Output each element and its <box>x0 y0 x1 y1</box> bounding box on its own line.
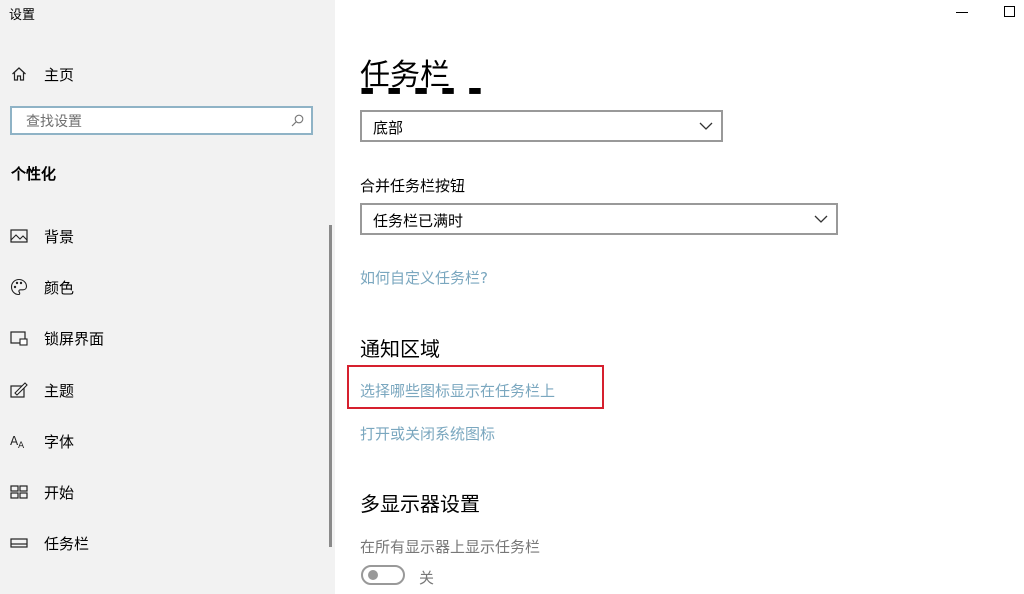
toggle-state-label: 关 <box>419 569 435 587</box>
search-input[interactable] <box>24 111 288 133</box>
taskbar-position-value: 底部 <box>373 119 404 137</box>
multi-display-heading: 多显示器设置 <box>360 492 480 516</box>
home-label: 主页 <box>44 65 75 84</box>
choose-icons-link[interactable]: 选择哪些图标显示在任务栏上 <box>360 380 555 401</box>
minimize-icon[interactable] <box>955 5 969 19</box>
customize-taskbar-link[interactable]: 如何自定义任务栏? <box>360 267 488 288</box>
sidebar-item-label: 锁屏界面 <box>44 329 105 348</box>
sidebar: 设置 主页 个性化 背景 颜色 锁 <box>0 0 335 594</box>
notification-area-heading: 通知区域 <box>360 337 440 361</box>
show-on-all-displays-label: 在所有显示器上显示任务栏 <box>360 538 541 556</box>
font-icon: A A <box>10 434 25 450</box>
sidebar-item-taskbar[interactable]: 任务栏 <box>0 528 320 558</box>
combine-buttons-label: 合并任务栏按钮 <box>360 177 466 195</box>
chevron-down-icon <box>699 122 713 130</box>
sidebar-item-themes[interactable]: 主题 <box>0 375 320 405</box>
window-title: 设置 <box>9 8 36 23</box>
sidebar-item-colors[interactable]: 颜色 <box>0 272 320 302</box>
clipped-label: ■ ■ ■ ■ ■ ■ <box>360 88 500 96</box>
chevron-down-icon <box>814 215 828 223</box>
sidebar-item-start[interactable]: 开始 <box>0 477 320 507</box>
sidebar-item-label: 任务栏 <box>44 534 90 553</box>
picture-icon <box>10 229 28 243</box>
home-icon <box>12 67 26 81</box>
sidebar-item-label: 开始 <box>44 483 75 502</box>
svg-text:A: A <box>18 441 25 450</box>
search-icon[interactable] <box>291 114 304 127</box>
system-icons-link[interactable]: 打开或关闭系统图标 <box>360 423 495 444</box>
sidebar-item-label: 主题 <box>44 381 75 400</box>
sidebar-item-label: 颜色 <box>44 278 75 297</box>
section-heading: 个性化 <box>11 165 57 183</box>
search-box[interactable] <box>10 106 313 135</box>
theme-icon <box>10 382 28 398</box>
taskbar-position-dropdown[interactable]: 底部 <box>360 110 723 142</box>
taskbar-icon <box>10 538 28 548</box>
maximize-icon[interactable] <box>1003 5 1017 19</box>
sidebar-item-lock-screen[interactable]: 锁屏界面 <box>0 323 320 353</box>
sidebar-item-fonts[interactable]: A A 字体 <box>0 426 320 456</box>
combine-buttons-value: 任务栏已满时 <box>373 212 464 230</box>
show-on-all-displays-toggle[interactable] <box>361 565 405 585</box>
sidebar-item-label: 背景 <box>44 227 75 246</box>
home-nav-item[interactable]: 主页 <box>11 62 74 86</box>
palette-icon <box>10 278 28 296</box>
toggle-knob <box>368 570 378 580</box>
lock-screen-icon <box>10 331 28 346</box>
sidebar-item-background[interactable]: 背景 <box>0 221 320 251</box>
combine-buttons-dropdown[interactable]: 任务栏已满时 <box>360 203 838 235</box>
sidebar-item-label: 字体 <box>44 432 75 451</box>
start-icon <box>10 485 28 499</box>
sidebar-scrollbar[interactable] <box>329 225 332 547</box>
